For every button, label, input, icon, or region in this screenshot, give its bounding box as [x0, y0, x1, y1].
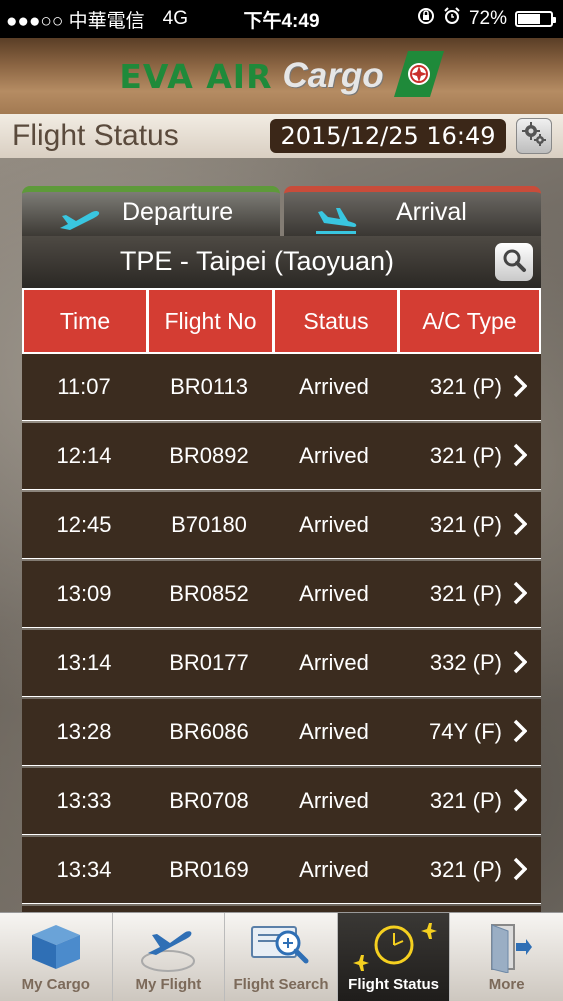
eva-air-cargo-logo: EVA AIR Cargo — [119, 50, 444, 102]
tabbar-item-my-cargo[interactable]: My Cargo — [0, 913, 113, 1001]
orientation-lock-icon — [417, 7, 435, 31]
app-header: EVA AIR Cargo — [0, 38, 563, 114]
carrier-signal: ●●●○○ 中華電信 — [6, 10, 145, 32]
tabbar-item-flight-status[interactable]: Flight Status — [337, 913, 451, 1001]
column-header-flight-no: Flight No — [149, 290, 272, 352]
tabbar-label-flight-status: Flight Status — [348, 976, 439, 993]
cell-ac-type: 321 (P) — [429, 857, 502, 882]
logo-cargo: Cargo — [282, 56, 384, 95]
tabbar-item-more[interactable]: More — [450, 913, 563, 1001]
cell-ac-type: 321 (P) — [429, 581, 502, 606]
gear-icon — [521, 121, 547, 152]
cell-time: 13:14 — [56, 650, 112, 675]
network-type: 4G — [162, 8, 189, 29]
cell-flight-no: BR0852 — [169, 581, 249, 606]
current-datetime: 2015/12/25 16:49 — [270, 119, 506, 153]
clock-plane-icon — [338, 921, 450, 977]
cell-ac-type: 321 (P) — [429, 374, 502, 399]
cell-flight-no: BR0892 — [169, 443, 249, 468]
tabbar-label-more: More — [488, 976, 525, 993]
page-title: Flight Status — [12, 119, 179, 152]
table-header: Time Flight No Status A/C Type — [22, 288, 541, 354]
cell-status: Arrived — [299, 857, 369, 882]
cell-flight-no: BR0708 — [169, 788, 249, 813]
status-bar: ●●●○○ 中華電信 4G 下午4:49 72% — [0, 0, 563, 38]
title-bar: Flight Status 2015/12/25 16:49 — [0, 114, 563, 158]
tabbar-item-my-flight[interactable]: My Flight — [113, 913, 226, 1001]
cell-flight-no: BR0169 — [169, 857, 249, 882]
cell-flight-no: B70180 — [171, 512, 247, 537]
chevron-right-icon — [513, 650, 528, 680]
cell-ac-type: 74Y (F) — [429, 719, 502, 744]
tabbar-item-flight-search[interactable]: Flight Search — [225, 913, 338, 1001]
logo-eva-air: EVA AIR — [119, 56, 273, 96]
chevron-right-icon — [513, 443, 528, 473]
tabbar-label-my-flight: My Flight — [135, 976, 202, 993]
tabbar-label-my-cargo: My Cargo — [21, 976, 90, 993]
cell-time: 13:09 — [56, 581, 112, 606]
cell-flight-no: BR6086 — [169, 719, 249, 744]
table-row[interactable]: 11:07 BR0113 Arrived 321 (P) — [22, 354, 541, 421]
cell-status: Arrived — [299, 788, 369, 813]
tab-departure-label: Departure — [122, 198, 234, 226]
cell-ac-type: 321 (P) — [429, 788, 502, 813]
column-header-ac-type: A/C Type — [400, 290, 539, 352]
eva-emblem-icon — [393, 50, 444, 102]
cell-time: 12:14 — [56, 443, 112, 468]
battery-percent: 72% — [468, 8, 507, 29]
box-icon — [0, 921, 112, 971]
cell-status: Arrived — [299, 512, 369, 537]
tab-arrival[interactable]: Arrival — [284, 186, 541, 236]
table-row[interactable]: 13:28 BR6086 Arrived 74Y (F) — [22, 699, 541, 766]
cell-ac-type: 321 (P) — [429, 443, 502, 468]
cell-status: Arrived — [299, 443, 369, 468]
battery-icon — [515, 11, 556, 27]
cell-ac-type: 332 (P) — [429, 650, 502, 675]
cell-flight-no: BR0113 — [170, 374, 248, 399]
tab-arrival-label: Arrival — [396, 198, 467, 226]
chevron-right-icon — [513, 719, 528, 749]
cell-status: Arrived — [299, 374, 369, 399]
chevron-right-icon — [513, 857, 528, 887]
door-exit-icon — [450, 921, 563, 973]
chevron-right-icon — [513, 374, 528, 404]
plane-globe-icon — [113, 921, 225, 973]
airport-selector: TPE - Taipei (Taoyuan) — [22, 236, 541, 288]
table-row[interactable]: 13:09 BR0852 Arrived 321 (P) — [22, 561, 541, 628]
cell-time: 13:34 — [56, 857, 112, 882]
column-header-time: Time — [24, 290, 146, 352]
alarm-icon — [443, 7, 461, 31]
table-row[interactable]: 12:14 BR0892 Arrived 321 (P) — [22, 423, 541, 490]
chevron-right-icon — [513, 581, 528, 611]
cell-status: Arrived — [299, 650, 369, 675]
cell-ac-type: 321 (P) — [429, 512, 502, 537]
cell-flight-no: BR0177 — [169, 650, 249, 675]
column-header-status: Status — [275, 290, 397, 352]
tab-departure[interactable]: Departure — [22, 186, 280, 236]
airport-name: TPE - Taipei (Taoyuan) — [119, 246, 395, 276]
cell-time: 11:07 — [57, 374, 111, 399]
airport-search-button[interactable] — [495, 243, 533, 281]
table-row[interactable]: 13:14 BR0177 Arrived 332 (P) — [22, 630, 541, 697]
table-row[interactable]: 12:45 B70180 Arrived 321 (P) — [22, 492, 541, 559]
plane-takeoff-icon — [58, 206, 102, 239]
tabbar-label-flight-search: Flight Search — [233, 976, 329, 993]
settings-button[interactable] — [516, 118, 552, 154]
search-icon — [501, 247, 527, 278]
bottom-tab-bar: My Cargo My Flight Flight Search Flight … — [0, 912, 563, 1001]
cell-time: 13:33 — [56, 788, 112, 813]
cell-time: 13:28 — [56, 719, 112, 744]
table-row[interactable]: 13:33 BR0708 Arrived 321 (P) — [22, 768, 541, 835]
cell-time: 12:45 — [56, 512, 112, 537]
chevron-right-icon — [513, 788, 528, 818]
chevron-right-icon — [513, 512, 528, 542]
magnifier-screen-icon — [225, 921, 337, 971]
flight-list: 11:07 BR0113 Arrived 321 (P) 12:14 BR089… — [22, 354, 541, 929]
cell-status: Arrived — [299, 581, 369, 606]
cell-status: Arrived — [299, 719, 369, 744]
table-row[interactable]: 13:34 BR0169 Arrived 321 (P) — [22, 837, 541, 904]
